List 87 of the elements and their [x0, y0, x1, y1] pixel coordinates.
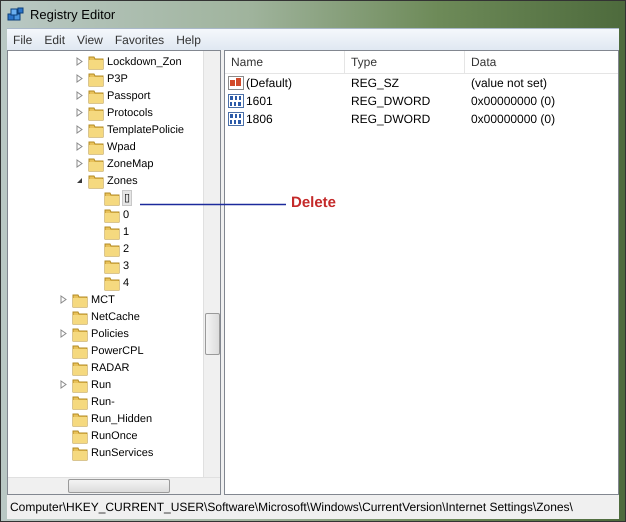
tree-item[interactable]: TemplatePolicie	[106, 122, 186, 136]
folder-icon	[88, 104, 104, 120]
expand-arrow-icon[interactable]	[76, 142, 83, 151]
column-header[interactable]: Data	[465, 51, 615, 73]
folder-icon	[72, 394, 88, 410]
menu-item[interactable]: Help	[170, 32, 207, 46]
tree-item[interactable]: 1	[122, 224, 130, 238]
menu-item[interactable]: File	[7, 32, 38, 46]
vertical-scrollbar[interactable]	[203, 51, 220, 477]
window-title: Registry Editor	[30, 7, 116, 22]
folder-icon	[88, 54, 104, 70]
tree-item[interactable]: 3	[122, 258, 130, 272]
folder-icon	[72, 428, 88, 444]
expand-arrow-icon[interactable]	[76, 74, 83, 83]
folder-icon	[104, 206, 120, 222]
folder-icon	[72, 410, 88, 426]
folder-icon	[88, 172, 104, 188]
menu-item[interactable]: Edit	[38, 32, 72, 46]
tree-item[interactable]: Lockdown_Zon	[106, 54, 183, 68]
folder-icon	[72, 444, 88, 460]
value-name[interactable]: 1806	[246, 112, 273, 126]
tree-item[interactable]: RADAR	[90, 360, 131, 374]
tree-item[interactable]: RunOnce	[90, 428, 138, 442]
registry-cubes-icon	[7, 6, 25, 24]
folder-icon	[88, 88, 104, 104]
tree-item[interactable]: 0	[122, 208, 130, 222]
scroll-thumb[interactable]	[205, 313, 220, 355]
folder-icon	[104, 240, 120, 256]
tree-item[interactable]: 2	[122, 242, 130, 256]
expand-arrow-icon[interactable]	[60, 295, 67, 304]
folder-icon	[88, 138, 104, 154]
expand-arrow-icon[interactable]	[76, 57, 83, 66]
folder-icon	[104, 190, 120, 206]
value-data: 0x00000000 (0)	[470, 112, 556, 126]
folder-icon	[72, 342, 88, 358]
horizontal-scrollbar[interactable]	[8, 477, 220, 494]
column-header[interactable]: Name	[225, 51, 345, 73]
expand-arrow-icon[interactable]	[76, 159, 83, 168]
tree-item[interactable]: P3P	[106, 72, 129, 86]
value-data: 0x00000000 (0)	[470, 94, 556, 108]
tree-item[interactable]: Run	[90, 378, 112, 392]
folder-icon	[88, 70, 104, 86]
tree-item[interactable]: NetCache	[90, 310, 141, 324]
value-name[interactable]: 1601	[246, 94, 273, 108]
value-name[interactable]: (Default)	[246, 76, 292, 90]
folder-icon	[104, 274, 120, 290]
folder-icon	[72, 326, 88, 342]
collapse-arrow-icon[interactable]	[76, 176, 83, 185]
column-header[interactable]: Type	[345, 51, 465, 73]
folder-icon	[104, 224, 120, 240]
value-type: REG_DWORD	[350, 94, 432, 108]
folder-icon	[88, 156, 104, 172]
value-type: REG_DWORD	[350, 112, 432, 126]
folder-icon	[72, 360, 88, 376]
folder-icon	[88, 122, 104, 138]
folder-icon	[72, 376, 88, 392]
folder-icon	[104, 258, 120, 274]
scroll-thumb[interactable]	[68, 479, 170, 493]
tree-item[interactable]: RunServices	[90, 446, 154, 460]
annotation-label: Delete	[291, 194, 336, 211]
tree-item[interactable]: PowerCPL	[90, 344, 145, 358]
string-value-icon	[228, 76, 244, 90]
tree-item[interactable]: Run_Hidden	[90, 412, 154, 426]
tree-item[interactable]: ZoneMap	[106, 156, 154, 170]
tree-item[interactable]: ▯	[122, 190, 132, 206]
tree-item[interactable]: Passport	[106, 88, 152, 102]
tree-item[interactable]: Wpad	[106, 140, 137, 154]
tree-item[interactable]: Zones	[106, 174, 139, 188]
tree-item[interactable]: 4	[122, 276, 130, 290]
expand-arrow-icon[interactable]	[60, 380, 67, 389]
menu-item[interactable]: Favorites	[108, 32, 170, 46]
binary-value-icon	[228, 112, 244, 126]
expand-arrow-icon[interactable]	[76, 125, 83, 134]
expand-arrow-icon[interactable]	[60, 329, 67, 338]
expand-arrow-icon[interactable]	[76, 108, 83, 117]
expand-arrow-icon[interactable]	[76, 91, 83, 100]
binary-value-icon	[228, 94, 244, 108]
menu-item[interactable]: View	[71, 32, 109, 46]
tree-item[interactable]: MCT	[90, 292, 116, 306]
value-type: REG_SZ	[350, 76, 400, 90]
tree-item[interactable]: Run-	[90, 394, 116, 408]
tree-item[interactable]: Protocols	[106, 106, 154, 120]
value-data: (value not set)	[470, 76, 548, 90]
folder-icon	[72, 292, 88, 308]
status-bar: Computer\HKEY_CURRENT_USER\Software\Microsoft\Windows\CurrentVersion\Internet Settings\Zones\	[7, 495, 619, 519]
tree-item[interactable]: Policies	[90, 326, 130, 340]
folder-icon	[72, 308, 88, 324]
